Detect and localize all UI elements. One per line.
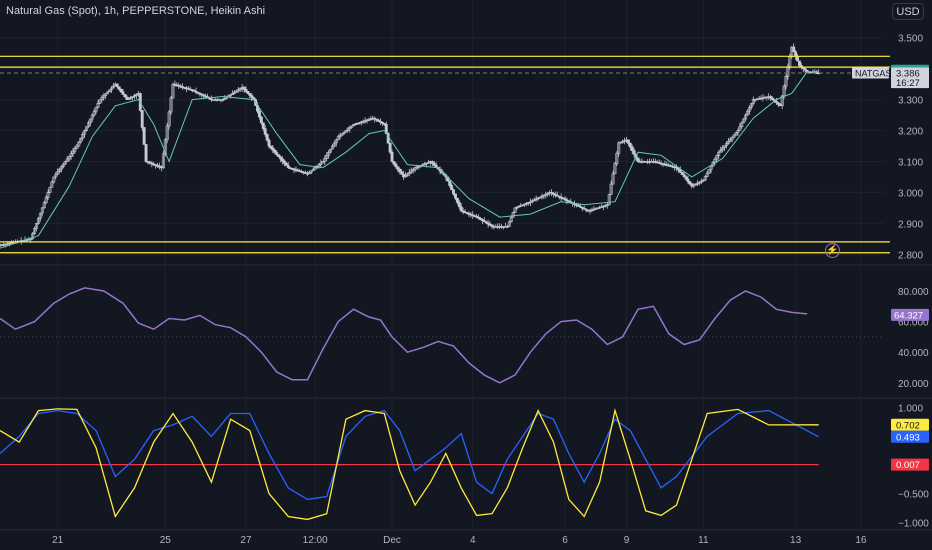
candle-body <box>628 143 632 148</box>
time-axis-tick: 21 <box>52 535 64 546</box>
stoch-latest-badge: 0.702 <box>896 420 920 431</box>
time-axis-tick: 4 <box>470 535 476 546</box>
candle-body <box>636 157 640 162</box>
candle-body <box>682 174 686 178</box>
candle-body <box>271 147 275 151</box>
time-axis-tick: 9 <box>624 535 630 546</box>
candle-body <box>117 86 121 90</box>
time-axis-tick: 11 <box>698 535 709 546</box>
candle-body <box>267 139 271 147</box>
candle-body <box>269 145 273 149</box>
candle-body <box>123 94 127 98</box>
time-axis-tick: 25 <box>160 535 172 546</box>
candle-body <box>142 127 146 145</box>
time-axis-tick: 13 <box>790 535 802 546</box>
candle-body <box>797 60 801 66</box>
candle-body <box>794 51 798 57</box>
candle-body <box>250 95 254 98</box>
candle-body <box>257 110 261 118</box>
candle-body <box>792 46 796 52</box>
candle-body <box>242 86 246 90</box>
candle-body <box>396 166 400 170</box>
price-badge: 16:27 <box>896 78 920 89</box>
price-axis-tick: 3.500 <box>898 34 923 45</box>
candle-body <box>115 83 119 88</box>
candle-body <box>263 128 267 135</box>
stoch-latest-badge: 0.493 <box>896 432 920 443</box>
candle-body <box>632 150 636 155</box>
rsi-line <box>0 287 808 384</box>
candle-body <box>144 144 148 162</box>
candle-body <box>244 88 248 92</box>
symbol-tag: NATGAS <box>855 68 891 78</box>
candle-body <box>400 171 404 175</box>
candle-body <box>390 151 394 162</box>
currency-button[interactable]: USD <box>892 3 924 20</box>
candle-body <box>459 206 463 212</box>
candle-body <box>686 178 690 182</box>
candle-body <box>455 197 459 203</box>
price-axis-tick: 3.200 <box>898 127 923 138</box>
price-axis-tick: 2.800 <box>898 250 923 261</box>
time-axis-tick: 6 <box>562 535 568 546</box>
rsi-axis-tick: 80.000 <box>898 287 929 298</box>
candle-body <box>275 152 279 155</box>
candle-body <box>279 156 283 160</box>
moving-average-line <box>0 71 819 249</box>
price-axis-tick: 3.300 <box>898 96 923 107</box>
candle-body <box>388 142 392 153</box>
candle-body <box>457 202 461 208</box>
price-axis-tick: 3.100 <box>898 157 923 168</box>
candle-body <box>392 161 396 165</box>
candle-body <box>286 165 290 168</box>
price-axis-tick: 3.000 <box>898 188 923 199</box>
candle-body <box>277 154 281 158</box>
time-axis-tick: 27 <box>240 535 252 546</box>
candle-body <box>680 171 684 175</box>
candle-body <box>273 150 277 153</box>
candle-body <box>246 91 250 94</box>
rsi-axis-tick: 20.000 <box>898 379 929 390</box>
candle-body <box>281 158 284 162</box>
price-axis-tick: 2.900 <box>898 219 923 230</box>
stoch-slow-line <box>0 409 820 501</box>
lightning-bolt-icon[interactable]: ⚡ <box>825 243 840 258</box>
candle-body <box>684 176 688 180</box>
time-axis-tick: 16 <box>855 535 867 546</box>
rsi-latest-badge: 64.327 <box>894 310 923 321</box>
candle-body <box>398 168 402 173</box>
chart-canvas[interactable]: 3.5003.4003.3003.2003.1003.0002.9002.800… <box>0 0 932 550</box>
candle-body <box>796 55 799 62</box>
candle-body <box>284 163 288 166</box>
stoch-axis-tick: −0.500 <box>898 490 929 501</box>
time-axis-tick: 12:00 <box>303 535 328 546</box>
candle-body <box>453 193 457 199</box>
candle-body <box>119 88 123 93</box>
candle-body <box>259 116 263 124</box>
candle-body <box>450 185 454 190</box>
candle-body <box>248 93 252 96</box>
candle-body <box>678 169 682 173</box>
candle-body <box>688 181 692 185</box>
candle-body <box>261 122 265 129</box>
candle-body <box>626 139 630 144</box>
candle-body <box>140 110 144 128</box>
candle-body <box>630 146 634 151</box>
candle-body <box>265 134 269 141</box>
candle-body <box>121 91 125 95</box>
time-axis-tick: Dec <box>383 535 401 546</box>
candle-body <box>452 189 455 195</box>
candle-body <box>282 160 286 164</box>
stoch-axis-tick: −1.000 <box>898 518 929 529</box>
rsi-axis-tick: 40.000 <box>898 348 929 359</box>
stoch-axis-tick: 1.000 <box>898 404 923 415</box>
stoch-latest-badge: 0.007 <box>896 460 920 471</box>
candle-body <box>394 163 398 167</box>
chart-title: Natural Gas (Spot), 1h, PEPPERSTONE, Hei… <box>6 5 266 17</box>
candle-body <box>448 180 452 186</box>
